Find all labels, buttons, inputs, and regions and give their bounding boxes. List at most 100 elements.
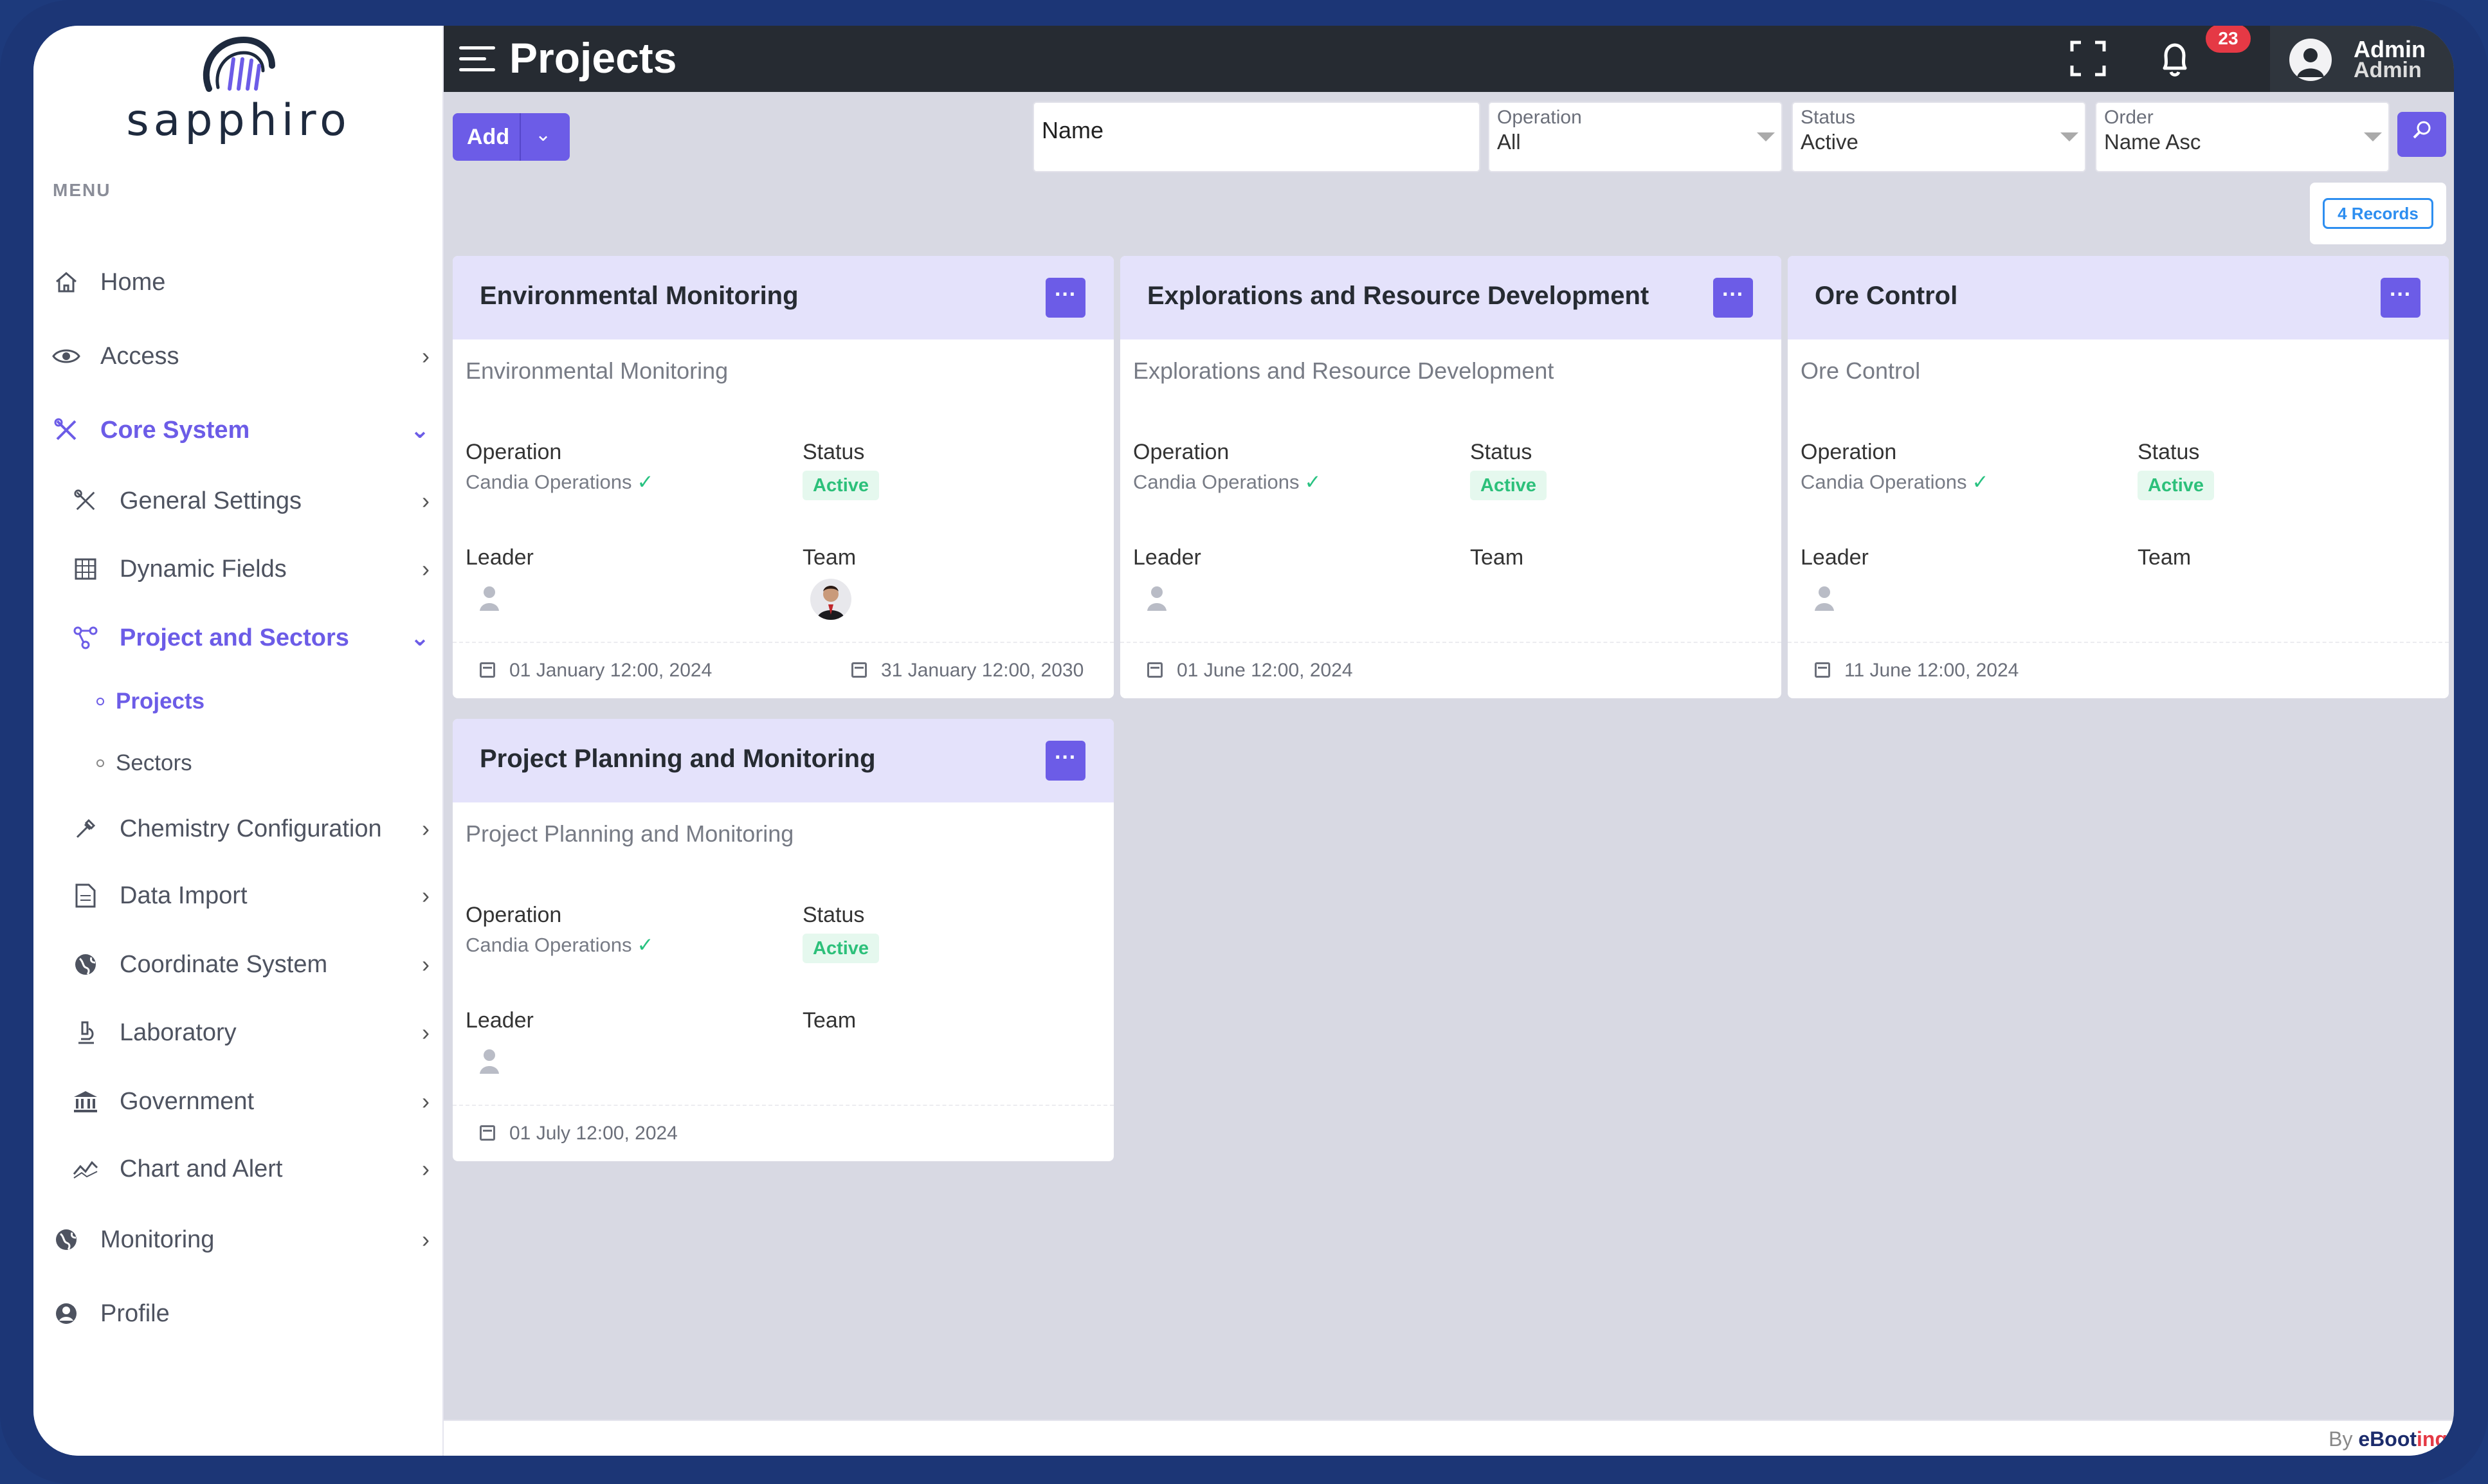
nodes-icon bbox=[71, 623, 100, 653]
sidebar-item-dynamic-fields[interactable]: Dynamic Fields › bbox=[33, 547, 444, 592]
check-icon: ✓ bbox=[637, 934, 654, 956]
check-icon: ✓ bbox=[637, 471, 654, 493]
card-menu-button[interactable]: ··· bbox=[2381, 278, 2420, 318]
sidebar-item-label: Coordinate System bbox=[120, 950, 328, 978]
status-select-value: Active bbox=[1801, 130, 1858, 154]
chevron-right-icon: › bbox=[422, 1019, 430, 1045]
sidebar-item-profile[interactable]: Profile bbox=[33, 1291, 444, 1336]
status-select[interactable]: Status Active bbox=[1792, 102, 2086, 172]
user-menu[interactable]: Admin Admin bbox=[2270, 26, 2454, 92]
chevron-right-icon: › bbox=[422, 487, 430, 514]
sidebar-item-project-and-sectors[interactable]: Project and Sectors ⌄ bbox=[33, 615, 444, 660]
start-date: 01 June 12:00, 2024 bbox=[1177, 660, 1353, 681]
footer: By eBooting bbox=[444, 1420, 2454, 1456]
team-label: Team bbox=[1470, 545, 1524, 570]
status-badge: Active bbox=[803, 471, 880, 500]
brand-logo[interactable]: sapphiro bbox=[33, 26, 444, 161]
project-card[interactable]: Ore Control ··· Ore Control Operation Ca… bbox=[1788, 256, 2449, 698]
user-icon bbox=[2297, 48, 2324, 77]
card-description: Explorations and Resource Development bbox=[1133, 357, 1554, 384]
operation-label: Operation bbox=[1133, 440, 1230, 464]
sidebar-item-home[interactable]: Home bbox=[33, 260, 444, 305]
sidebar-item-general-settings[interactable]: General Settings › bbox=[33, 478, 444, 523]
chart-icon bbox=[71, 1154, 100, 1184]
sidebar-item-label: Home bbox=[100, 268, 166, 296]
microscope-icon bbox=[71, 1018, 100, 1047]
chevron-right-icon: › bbox=[422, 1155, 430, 1182]
brand-name: sapphiro bbox=[126, 95, 351, 146]
menu-toggle-icon[interactable] bbox=[459, 45, 495, 73]
sidebar-item-monitoring[interactable]: Monitoring › bbox=[33, 1217, 444, 1262]
sidebar-item-sectors[interactable]: Sectors bbox=[33, 741, 444, 786]
user-placeholder-icon bbox=[480, 1049, 499, 1074]
card-menu-button[interactable]: ··· bbox=[1046, 278, 1085, 318]
name-filter-placeholder: Name bbox=[1042, 117, 1104, 143]
sidebar-item-label: Monitoring bbox=[100, 1226, 215, 1253]
operation-select-label: Operation bbox=[1497, 107, 1582, 128]
name-filter-input[interactable]: Name bbox=[1033, 102, 1480, 172]
project-card[interactable]: Explorations and Resource Development ··… bbox=[1120, 256, 1781, 698]
records-count: 4 Records bbox=[2310, 183, 2446, 244]
sidebar-item-laboratory[interactable]: Laboratory › bbox=[33, 1010, 444, 1055]
operation-select[interactable]: Operation All bbox=[1488, 102, 1783, 172]
chevron-right-icon: › bbox=[422, 1226, 430, 1253]
card-title[interactable]: Project Planning and Monitoring bbox=[480, 745, 876, 774]
chevron-down-icon[interactable]: ⌄ bbox=[535, 123, 551, 146]
card-divider bbox=[453, 642, 1114, 643]
sidebar-item-chemistry-configuration[interactable]: Chemistry Configuration › bbox=[33, 806, 444, 851]
chevron-right-icon: › bbox=[422, 882, 430, 909]
project-card[interactable]: Project Planning and Monitoring ··· Proj… bbox=[453, 719, 1114, 1161]
status-label: Status bbox=[803, 903, 865, 927]
end-date: 31 January 12:00, 2030 bbox=[881, 660, 1084, 681]
project-card[interactable]: Environmental Monitoring ··· Environment… bbox=[453, 256, 1114, 698]
card-title[interactable]: Explorations and Resource Development bbox=[1147, 282, 1649, 311]
card-menu-button[interactable]: ··· bbox=[1713, 278, 1753, 318]
card-description: Environmental Monitoring bbox=[466, 357, 729, 384]
operation-text: Candia Operations bbox=[1801, 471, 1967, 493]
bell-icon[interactable] bbox=[2156, 40, 2194, 78]
order-select-label: Order bbox=[2104, 107, 2154, 128]
sidebar-item-core-system[interactable]: Core System ⌄ bbox=[33, 408, 444, 453]
dropdown-arrow-icon bbox=[2060, 132, 2078, 141]
eye-icon bbox=[51, 341, 81, 371]
search-button[interactable] bbox=[2397, 112, 2446, 157]
team-label: Team bbox=[803, 545, 857, 570]
card-title[interactable]: Ore Control bbox=[1815, 282, 1957, 311]
chevron-right-icon: › bbox=[422, 1088, 430, 1114]
status-badge: Active bbox=[2138, 471, 2215, 500]
card-title[interactable]: Environmental Monitoring bbox=[480, 282, 799, 311]
sidebar-item-label: Government bbox=[120, 1087, 255, 1115]
team-member-avatar[interactable] bbox=[810, 579, 851, 620]
add-button-label: Add bbox=[467, 125, 510, 149]
status-label: Status bbox=[2138, 440, 2200, 464]
operation-text: Candia Operations bbox=[466, 934, 632, 956]
fullscreen-icon[interactable] bbox=[2069, 40, 2107, 77]
add-button[interactable]: Add ⌄ bbox=[453, 113, 570, 161]
top-bar: Projects 23 Admin Admin bbox=[444, 26, 2454, 92]
tools-icon bbox=[51, 415, 81, 445]
chevron-right-icon: › bbox=[422, 343, 430, 369]
check-icon: ✓ bbox=[1972, 471, 1989, 493]
person-photo-icon bbox=[810, 579, 851, 620]
chevron-right-icon: › bbox=[422, 556, 430, 582]
sidebar-item-data-import[interactable]: Data Import › bbox=[33, 873, 444, 918]
card-menu-button[interactable]: ··· bbox=[1046, 741, 1085, 781]
operation-label: Operation bbox=[466, 440, 562, 464]
leader-label: Leader bbox=[1801, 545, 1869, 570]
calendar-icon bbox=[851, 662, 867, 678]
team-label: Team bbox=[2138, 545, 2192, 570]
sidebar-item-projects[interactable]: Projects bbox=[33, 679, 444, 724]
sidebar-item-government[interactable]: Government › bbox=[33, 1079, 444, 1124]
dropdown-arrow-icon bbox=[1757, 132, 1775, 141]
sidebar-item-label: Profile bbox=[100, 1299, 170, 1327]
avatar bbox=[2289, 39, 2332, 81]
footer-credit[interactable]: By eBooting bbox=[2329, 1427, 2447, 1451]
sapphiro-logo-icon bbox=[203, 36, 275, 92]
order-select[interactable]: Order Name Asc bbox=[2095, 102, 2390, 172]
start-date: 11 June 12:00, 2024 bbox=[1844, 660, 2019, 681]
sidebar-item-chart-and-alert[interactable]: Chart and Alert › bbox=[33, 1146, 444, 1191]
calendar-icon bbox=[480, 662, 495, 678]
calendar-icon bbox=[1815, 662, 1830, 678]
sidebar-item-coordinate-system[interactable]: Coordinate System › bbox=[33, 942, 444, 987]
sidebar-item-access[interactable]: Access › bbox=[33, 334, 444, 379]
